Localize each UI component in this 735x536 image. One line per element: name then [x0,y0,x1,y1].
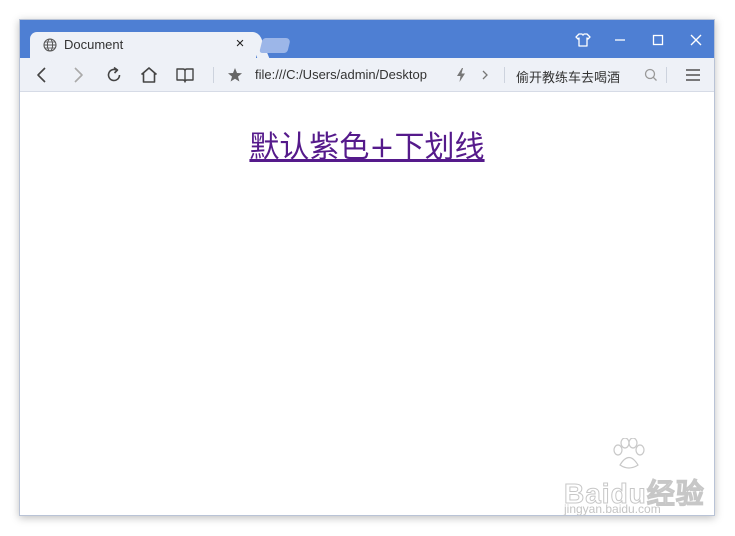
tab-close-button[interactable]: × [232,36,248,52]
chevron-right-icon[interactable] [475,65,495,85]
tab-document[interactable]: Document × [30,32,256,58]
forward-icon[interactable] [68,65,88,85]
lightning-icon[interactable] [451,65,471,85]
paw-logo-icon [613,438,645,469]
title-bar: Document × [20,20,714,58]
reading-mode-icon[interactable] [175,65,195,85]
new-tab-button[interactable] [259,38,291,53]
menu-icon[interactable] [683,65,703,85]
home-icon[interactable] [139,65,159,85]
minimize-icon[interactable] [610,30,630,50]
navigation-toolbar: file:///C:/Users/admin/Desktop 偷开教练车去喝酒 [20,58,714,92]
toolbar-divider [504,67,505,83]
address-bar[interactable]: file:///C:/Users/admin/Desktop [255,67,441,82]
toolbar-divider [213,67,214,83]
skin-icon[interactable] [573,30,593,50]
reload-icon[interactable] [104,65,124,85]
back-icon[interactable] [32,65,52,85]
search-icon[interactable] [641,65,661,85]
watermark-url: jingyan.baidu.com [564,502,661,516]
close-icon[interactable] [686,30,706,50]
bookmark-star-icon[interactable] [225,65,245,85]
maximize-icon[interactable] [648,30,668,50]
visited-link[interactable]: 默认紫色+下划线 [20,122,714,166]
tab-title: Document [64,37,124,52]
toolbar-divider [666,67,667,83]
globe-icon [43,38,57,52]
baidu-jingyan-watermark: Baidu经验 jingyan.baidu.com [548,438,704,518]
search-box[interactable]: 偷开教练车去喝酒 [516,67,620,86]
